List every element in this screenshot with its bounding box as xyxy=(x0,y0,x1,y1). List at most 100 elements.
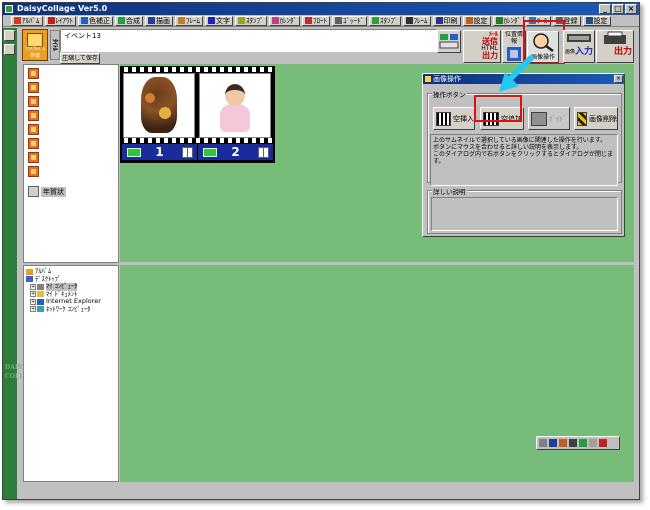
toolbar-icon xyxy=(178,17,185,24)
toolbar-icon xyxy=(271,17,279,24)
frame-number-1[interactable]: 1 xyxy=(122,144,197,160)
strip-button-top[interactable] xyxy=(4,30,15,41)
toolbar-icon xyxy=(238,17,245,24)
event-name-field[interactable]: イベント13 xyxy=(60,29,437,52)
highlight-box-add-blank xyxy=(474,95,522,122)
toolbar-button[interactable]: 合成 xyxy=(115,15,143,26)
layout-icon-button[interactable] xyxy=(437,30,461,53)
output-button[interactable]: 出力 xyxy=(596,30,634,63)
toolbar-label: ﾌﾚｰﾑ xyxy=(413,16,428,25)
toolbar-button[interactable]: ﾌﾚｰﾑ xyxy=(175,15,203,26)
settings-icon[interactable] xyxy=(589,439,597,447)
expand-icon[interactable]: + xyxy=(30,298,36,305)
toolbar-label: ｶﾚﾝﾀﾞ xyxy=(503,16,522,25)
toolbar-icon xyxy=(405,17,413,24)
toolbar-button[interactable]: ｶﾚﾝﾀﾞ xyxy=(492,15,524,26)
strip-button-second[interactable] xyxy=(4,44,15,55)
expand-icon[interactable]: + xyxy=(30,291,36,298)
album-item[interactable] xyxy=(28,166,39,177)
photo-album-button[interactable]: ﾌｫﾄｱﾙﾊﾞﾑ作成 xyxy=(22,29,48,61)
toolbar-button[interactable]: 設定 xyxy=(582,15,611,26)
toolbar-icon xyxy=(148,17,155,24)
toolbar-label: ﾌﾚｰﾑ xyxy=(186,16,200,25)
image-small-label: 画像 xyxy=(565,49,576,55)
scanner-icon xyxy=(567,34,591,42)
toolbar-icon xyxy=(81,17,88,24)
compress-save-button[interactable]: 圧縮して保存 xyxy=(60,53,100,64)
printer-icon xyxy=(604,31,626,44)
frame-number-2[interactable]: 2 xyxy=(198,144,273,160)
album-item[interactable] xyxy=(28,96,39,107)
toolbar-icon xyxy=(47,17,55,24)
frame-select-icon xyxy=(127,148,141,157)
toolbar-button[interactable]: ﾚｲｱｳﾄ xyxy=(44,15,76,26)
toolbar-button[interactable]: ｶﾚﾝﾀﾞ xyxy=(268,15,300,26)
album-item[interactable] xyxy=(28,138,39,149)
toolbar-label: 設定 xyxy=(593,16,608,25)
film-holes-top xyxy=(120,67,275,72)
folder-icon xyxy=(37,306,44,313)
minimize-button[interactable]: _ xyxy=(599,4,611,14)
toolbar-button[interactable]: ｺﾞｯｰﾄﾞ xyxy=(332,15,367,26)
toolbar-icon xyxy=(372,17,379,24)
album-item[interactable] xyxy=(28,82,39,93)
close-button[interactable]: × xyxy=(625,4,637,14)
toolbar-button[interactable]: 描画 xyxy=(145,15,173,26)
toolbar-label: ﾌﾛｰﾄ xyxy=(313,16,327,25)
expand-icon[interactable]: + xyxy=(30,283,36,290)
dialog-close-button[interactable]: × xyxy=(614,75,623,83)
folder-icon xyxy=(37,283,44,290)
album-item[interactable] xyxy=(28,124,39,135)
extra-icon[interactable] xyxy=(599,439,607,447)
delete-icon xyxy=(577,111,587,126)
album-item[interactable] xyxy=(28,110,39,121)
nenga-label: 年賀状 xyxy=(41,186,66,197)
toolbar-button[interactable]: 印刷 xyxy=(432,15,461,26)
tree-item-label: ﾈｯﾄﾜｰｸ ｺﾝﾋﾟｭｰﾀ xyxy=(46,304,91,313)
nenga-item[interactable]: 年賀状 xyxy=(28,186,66,197)
layout-icon xyxy=(439,34,459,49)
delete-image-button[interactable]: 画像削除 xyxy=(574,107,618,130)
detail-group: 詳しい説明 xyxy=(427,186,622,234)
toolbar-button[interactable]: ﾌﾛｰﾄ xyxy=(302,15,330,26)
frame-grid-icon xyxy=(258,147,269,158)
button-label: 画像削除 xyxy=(589,114,617,123)
tool-icon-1[interactable] xyxy=(539,439,547,447)
toolbar-icon xyxy=(335,17,342,24)
frame-icon[interactable] xyxy=(569,439,577,447)
toolbar-icon xyxy=(465,17,473,24)
photo-thumbnail-1[interactable] xyxy=(123,73,195,138)
toolbar-icon xyxy=(495,17,503,24)
toolbar-button[interactable]: ﾌﾚｰﾑ xyxy=(402,15,431,26)
folder-icon xyxy=(37,291,44,298)
toolbar-button[interactable]: 色補正 xyxy=(78,15,113,26)
frame-grid-icon xyxy=(182,147,193,158)
toolbar-label: 描画 xyxy=(156,16,170,25)
album-item[interactable] xyxy=(28,152,39,163)
toolbar-button[interactable]: ｱﾙﾊﾞﾑ xyxy=(11,15,43,26)
album-item[interactable] xyxy=(28,68,39,79)
toolbar-label: 色補正 xyxy=(89,16,110,25)
toolbar-label: 合成 xyxy=(126,16,140,25)
group-label: 操作ボタン xyxy=(432,89,467,99)
text-icon[interactable] xyxy=(549,439,557,447)
toolbar-button[interactable]: ｽﾀﾝﾌﾟ xyxy=(369,15,401,26)
toolbar-icon xyxy=(435,17,443,24)
toolbar-button[interactable]: 設定 xyxy=(462,15,491,26)
toolbar-icon xyxy=(585,17,593,24)
photo-thumbnail-2[interactable] xyxy=(199,73,271,138)
tree-item[interactable]: + ﾈｯﾄﾜｰｸ ｺﾝﾋﾟｭｰﾀ xyxy=(26,304,101,314)
nenga-icon xyxy=(28,186,39,197)
input-button[interactable]: 画像 入力 xyxy=(563,30,595,63)
guide-icon xyxy=(531,111,547,126)
app-icon xyxy=(5,5,13,13)
expand-icon[interactable]: + xyxy=(30,306,36,313)
insert-blank-button[interactable]: 空挿入 xyxy=(433,107,475,130)
toolbar-button[interactable]: ｽﾀﾝﾌﾟ xyxy=(235,15,267,26)
stamp-icon[interactable] xyxy=(559,439,567,447)
color-icon[interactable] xyxy=(579,439,587,447)
maximize-button[interactable]: □ xyxy=(612,4,624,14)
button-label: ｶﾞｲﾄﾞ xyxy=(549,114,567,123)
toolbar-icon xyxy=(208,17,215,24)
toolbar-button[interactable]: 文字 xyxy=(205,15,233,26)
